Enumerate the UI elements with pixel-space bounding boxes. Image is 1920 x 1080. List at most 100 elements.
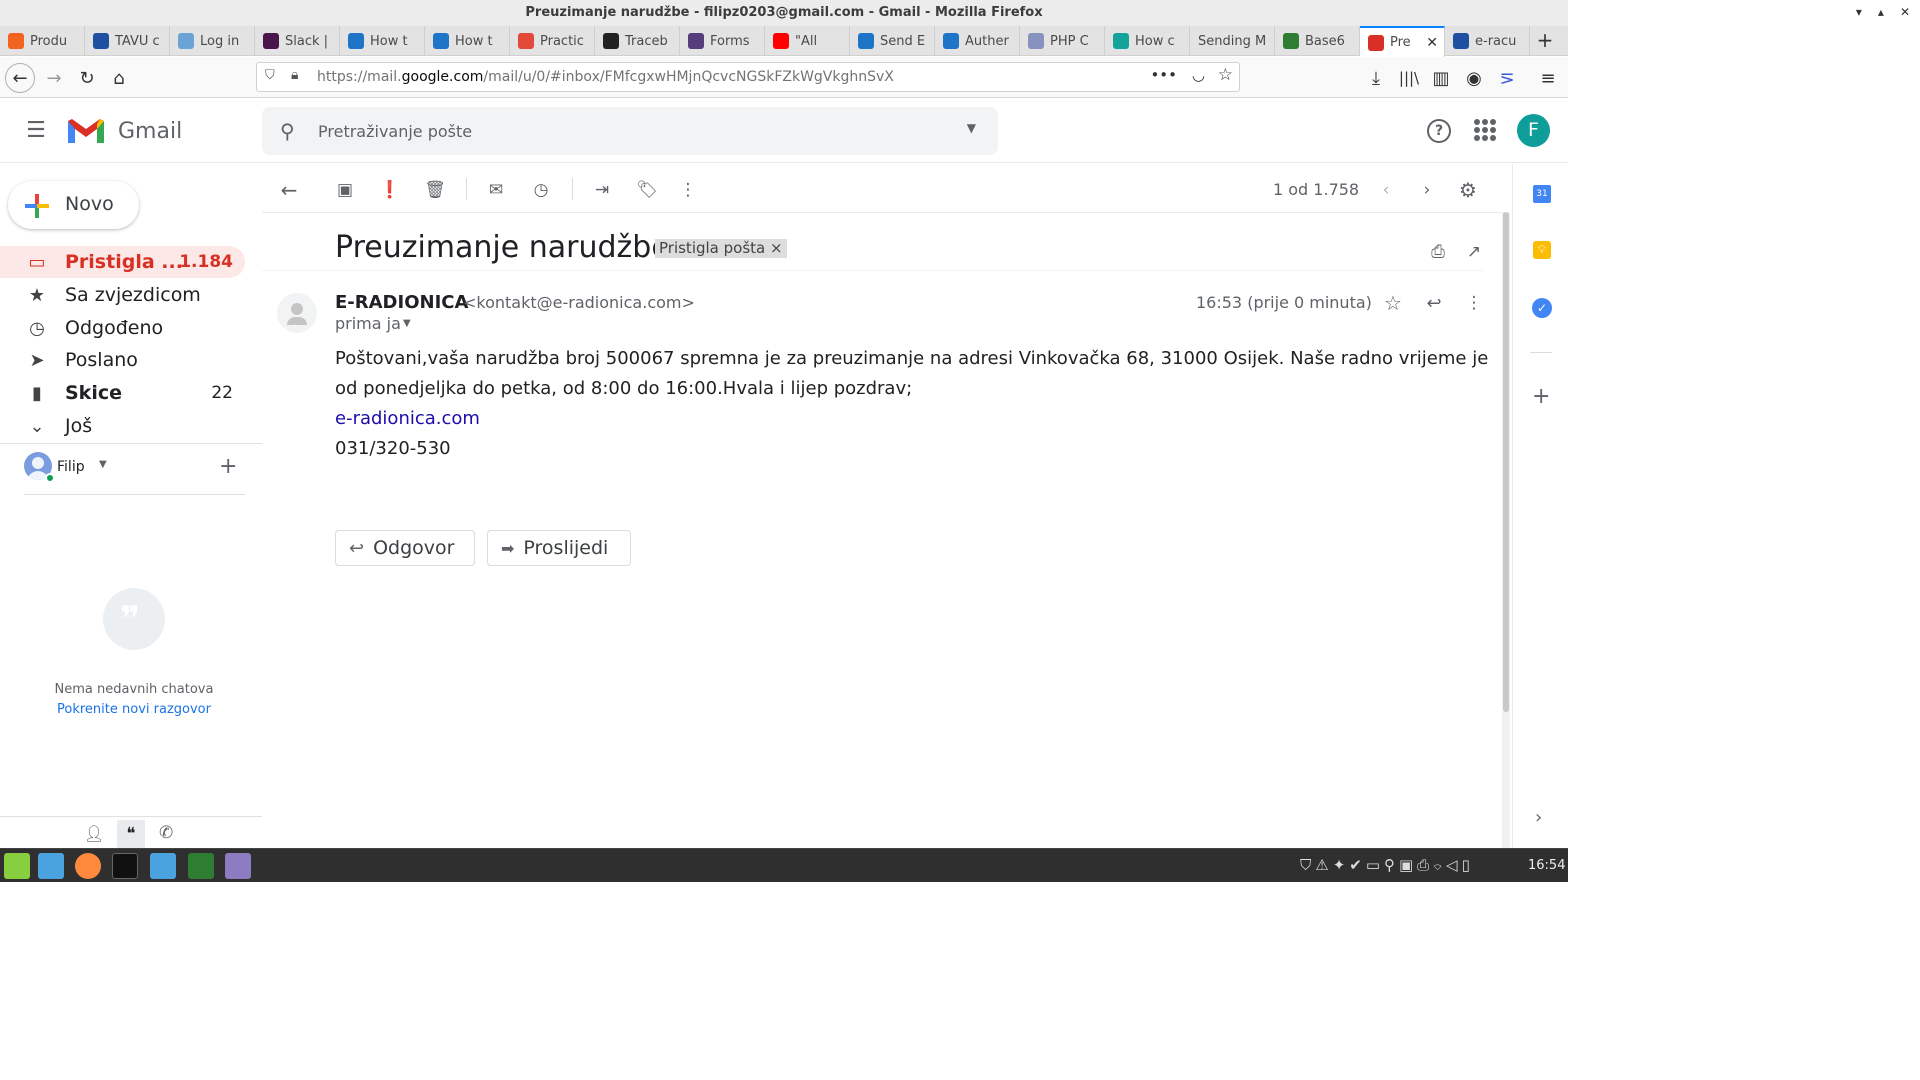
library-button[interactable]: |||\: [1394, 63, 1424, 93]
settings-gear-icon[interactable]: ⚙: [1456, 178, 1480, 202]
report-spam-icon[interactable]: ❗: [378, 178, 402, 202]
older-chevron-right-icon[interactable]: ›: [1415, 178, 1439, 202]
apps-grid-icon[interactable]: [1474, 119, 1496, 141]
label-chip[interactable]: Pristigla pošta ×: [655, 239, 787, 258]
browser-tab[interactable]: Pre ✕: [1360, 26, 1445, 57]
nav-item[interactable]: ➤ Poslano: [0, 344, 245, 376]
keep-icon[interactable]: 💡︎: [1533, 241, 1551, 259]
scrollbar-track[interactable]: [1502, 212, 1510, 848]
add-addon-icon[interactable]: +: [1532, 384, 1550, 409]
page-actions-icon[interactable]: •••: [1150, 66, 1177, 84]
help-icon[interactable]: ?: [1427, 119, 1451, 143]
close-tab-icon[interactable]: ✕: [1426, 35, 1438, 51]
browser-tab[interactable]: Send E: [850, 26, 935, 56]
phone-icon[interactable]: ✆: [159, 823, 173, 843]
search-bar[interactable]: ⚲ Pretraživanje pošte ▼: [262, 107, 998, 155]
star-icon[interactable]: ☆: [1381, 291, 1405, 315]
back-button[interactable]: ←: [5, 63, 35, 93]
delete-icon[interactable]: 🗑︎: [423, 178, 447, 202]
expand-panel-icon[interactable]: ›: [1535, 807, 1542, 828]
scrollbar-thumb[interactable]: [1503, 212, 1509, 712]
minimize-button[interactable]: ▾: [1856, 0, 1862, 26]
url-bar[interactable]: ⛉ 🔒︎ https://mail.google.com/mail/u/0/#i…: [256, 62, 1240, 92]
calendar-icon[interactable]: 31: [1533, 185, 1551, 203]
sidebar-toggle-button[interactable]: ▥: [1426, 63, 1456, 93]
account-button[interactable]: ◉: [1459, 63, 1489, 93]
gmail-logo[interactable]: [66, 117, 106, 145]
start-chat-link[interactable]: Pokrenite novi razgovor: [0, 702, 268, 717]
body-link[interactable]: e-radionica.com: [335, 408, 480, 429]
browser-tab[interactable]: How c: [1105, 26, 1190, 56]
more-vert-icon[interactable]: ⋮: [676, 178, 700, 202]
compose-button[interactable]: Novo: [8, 181, 139, 229]
snooze-icon[interactable]: ◷: [529, 178, 553, 202]
nav-item[interactable]: ⌄ Još: [0, 410, 245, 442]
browser-tab[interactable]: TAVU c: [85, 26, 170, 56]
system-tray[interactable]: ⛉⚠✦✔▭⚲▣⎙⌔◁▯: [1300, 856, 1474, 874]
browser-tab[interactable]: Auther: [935, 26, 1020, 56]
new-tab-button[interactable]: +: [1530, 26, 1560, 56]
contacts-icon[interactable]: 👤︎: [84, 824, 104, 843]
browser-tab[interactable]: How t: [340, 26, 425, 56]
browser-tab[interactable]: Traceb: [595, 26, 680, 56]
remove-label-icon[interactable]: ×: [770, 239, 783, 257]
caret-down-icon[interactable]: ▼: [99, 459, 107, 470]
browser-tab[interactable]: Base6: [1275, 26, 1360, 56]
terminal-icon[interactable]: [112, 853, 138, 879]
reload-button[interactable]: ↻: [72, 63, 102, 93]
open-new-window-icon[interactable]: ↗: [1462, 240, 1486, 264]
browser-tab[interactable]: How t: [425, 26, 510, 56]
mint-menu-icon[interactable]: [4, 853, 30, 879]
close-window-button[interactable]: ✕: [1900, 0, 1910, 26]
tasks-icon[interactable]: ✓: [1532, 298, 1552, 318]
browser-tab[interactable]: Slack |: [255, 26, 340, 56]
sender-avatar[interactable]: [277, 293, 317, 333]
files-icon[interactable]: [150, 853, 176, 879]
browser-tab[interactable]: "All: [765, 26, 850, 56]
browser-tab[interactable]: e-racu: [1445, 26, 1530, 56]
sender-name[interactable]: E-RADIONICA: [335, 292, 468, 313]
hangouts-user-name[interactable]: Filip: [57, 459, 85, 475]
downloads-button[interactable]: ⤓: [1361, 63, 1391, 93]
text-editor-icon[interactable]: [225, 853, 251, 879]
archive-icon[interactable]: ▣: [333, 178, 357, 202]
browser-tab[interactable]: PHP C: [1020, 26, 1105, 56]
bookmark-star-icon[interactable]: ☆: [1218, 65, 1233, 85]
nav-item[interactable]: ▮ Skice 22: [0, 377, 245, 409]
nav-item[interactable]: ▭ Pristigla ... 1.184: [0, 246, 245, 278]
reply-icon[interactable]: ↩: [1422, 291, 1446, 315]
extension-button[interactable]: ⋝: [1492, 63, 1522, 93]
hangouts-icon[interactable]: ❝: [117, 820, 145, 848]
add-contact-icon[interactable]: +: [219, 454, 237, 479]
avatar[interactable]: F: [1517, 114, 1550, 147]
pocket-icon[interactable]: ◡: [1192, 66, 1205, 84]
more-vert-icon[interactable]: ⋮: [1462, 291, 1486, 315]
search-icon[interactable]: ⚲: [280, 119, 295, 143]
nav-item[interactable]: ◷ Odgođeno: [0, 312, 245, 344]
recipient-text[interactable]: prima ja: [335, 314, 401, 333]
print-icon[interactable]: ⎙: [1426, 240, 1450, 264]
forward-button[interactable]: ➡ Proslijedi: [487, 530, 631, 566]
menu-button[interactable]: ≡: [1533, 63, 1563, 93]
home-button[interactable]: ⌂: [104, 63, 134, 93]
newer-chevron-left-icon[interactable]: ‹: [1374, 178, 1398, 202]
back-to-inbox-icon[interactable]: ←: [277, 178, 301, 202]
mark-unread-icon[interactable]: ✉: [484, 178, 508, 202]
main-menu-button[interactable]: ☰: [22, 117, 50, 145]
browser-tab[interactable]: Produ: [0, 26, 85, 56]
browser-tab[interactable]: Log in: [170, 26, 255, 56]
files-icon[interactable]: [38, 853, 64, 879]
forward-button[interactable]: →: [39, 63, 69, 93]
clock[interactable]: 16:54: [1528, 858, 1565, 873]
firefox-icon[interactable]: [75, 853, 101, 879]
browser-tab[interactable]: Forms: [680, 26, 765, 56]
nav-item[interactable]: ★ Sa zvjezdicom: [0, 279, 245, 311]
move-to-icon[interactable]: ⇥: [590, 178, 614, 202]
browser-tab[interactable]: Sending M: [1190, 26, 1275, 56]
browser-tab[interactable]: Practic: [510, 26, 595, 56]
label-icon[interactable]: 🏷︎: [635, 178, 659, 202]
details-caret-icon[interactable]: ▼: [403, 318, 411, 329]
search-options-icon[interactable]: ▼: [967, 121, 976, 135]
atom-icon[interactable]: [188, 853, 214, 879]
reply-button[interactable]: ↩ Odgovor: [335, 530, 475, 566]
